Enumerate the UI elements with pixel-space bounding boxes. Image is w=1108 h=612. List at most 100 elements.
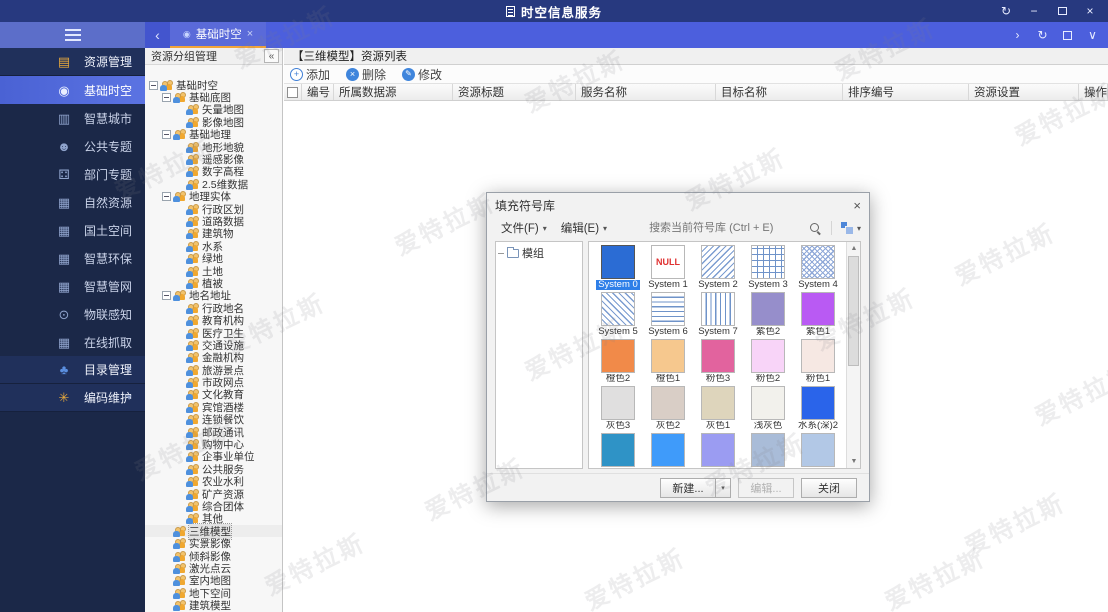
tab-scroll-right-button[interactable]: › (1006, 22, 1029, 48)
scroll-down-icon[interactable]: ▼ (847, 455, 861, 468)
swatch-label: System 1 (648, 280, 688, 290)
collapse-expander-icon[interactable] (149, 81, 158, 90)
minimize-icon[interactable]: − (1022, 0, 1046, 22)
fill-symbol-swatch[interactable]: 紫色2 (743, 292, 793, 339)
sidebar-item[interactable]: ▤资源管理▲ (0, 48, 145, 76)
fill-symbol-swatch[interactable]: System 4 (793, 245, 843, 292)
collapse-expander-icon[interactable] (162, 291, 171, 300)
fill-symbol-swatch[interactable]: 灰色3 (593, 386, 643, 433)
sidebar-item[interactable]: ✳编码维护▼ (0, 384, 145, 412)
add-action-button[interactable]: +添加 (290, 66, 330, 83)
fill-symbol-swatch[interactable]: 浅灰色 (743, 386, 793, 433)
del-action-button[interactable]: ×删除 (346, 66, 386, 83)
scroll-up-icon[interactable]: ▲ (847, 242, 861, 255)
fill-symbol-swatch[interactable]: 紫色1 (793, 292, 843, 339)
menu-item[interactable]: 文件(F)▾ (495, 218, 553, 238)
sidebar-item[interactable]: ◉基础时空 (0, 76, 145, 104)
sidebar-item[interactable]: ☻公共专题 (0, 132, 145, 160)
fill-symbol-swatch[interactable]: 橙色2 (593, 339, 643, 386)
column-header[interactable]: 服务名称 (576, 84, 716, 100)
collapse-expander-icon[interactable] (162, 93, 171, 102)
group-users-icon (186, 266, 199, 277)
null-label: NULL (656, 257, 680, 267)
scrollbar-thumb[interactable] (848, 256, 859, 366)
view-mode-icon[interactable] (841, 222, 853, 234)
resource-group-panel: 资源分组管理 « 基础时空基础底图矢量地图影像地图基础地理地形地貌遥感影像数字高… (145, 48, 283, 612)
fill-symbol-swatch[interactable]: 水系(深)2 (793, 386, 843, 433)
fill-symbol-swatch[interactable]: System 0 (593, 245, 643, 292)
new-button-caret-icon[interactable]: ▾ (716, 478, 731, 498)
fill-symbol-swatch[interactable]: System 6 (643, 292, 693, 339)
tree-node[interactable]: 建筑模型 (145, 599, 282, 611)
view-mode-caret-icon[interactable]: ▾ (857, 224, 861, 233)
column-header[interactable]: 编号 (302, 84, 334, 100)
panel-collapse-button[interactable]: « (264, 49, 279, 63)
fill-symbol-swatch[interactable]: 水系3 (693, 433, 743, 469)
symbol-search-input[interactable] (647, 221, 805, 235)
tab-menu-chevron-icon[interactable]: ∨ (1081, 22, 1104, 48)
edit-button[interactable]: 编辑... (738, 478, 794, 498)
swatch-scrollbar[interactable]: ▲ ▼ (846, 242, 860, 468)
sidebar-toggle-button[interactable] (0, 22, 145, 48)
edit-action-button[interactable]: ✎修改 (402, 66, 442, 83)
sidebar-item[interactable]: ▦自然资源 (0, 188, 145, 216)
sidebar-item[interactable]: ⊙物联感知 (0, 300, 145, 328)
fill-symbol-swatch[interactable]: 水系(深)1 (593, 433, 643, 469)
close-window-icon[interactable]: × (1078, 0, 1102, 22)
table-icon: ▦ (56, 252, 72, 265)
fill-symbol-swatch[interactable]: 灰色2 (643, 386, 693, 433)
fill-symbol-swatch[interactable]: 粉色2 (743, 339, 793, 386)
tab-scroll-left-button[interactable]: ‹ (145, 22, 170, 48)
menu-item[interactable]: 编辑(E)▾ (555, 218, 613, 238)
refresh-tab-icon[interactable]: ↻ (1031, 22, 1054, 48)
close-button[interactable]: 关闭 (801, 478, 857, 498)
column-header[interactable]: 目标名称 (716, 84, 843, 100)
fill-symbol-swatch[interactable]: 水系2 (743, 433, 793, 469)
swatch-label: 紫色1 (806, 327, 830, 337)
collapse-expander-icon[interactable] (162, 192, 171, 201)
fill-symbol-swatch[interactable]: 水系4 (643, 433, 693, 469)
table-icon: ▦ (56, 196, 72, 209)
column-header[interactable]: 操作 (1079, 84, 1108, 100)
fill-symbol-swatch[interactable]: 粉色1 (793, 339, 843, 386)
column-header[interactable]: 排序编号 (843, 84, 969, 100)
sidebar-item[interactable]: ▦国土空间 (0, 216, 145, 244)
collapse-expander-icon[interactable] (162, 130, 171, 139)
sidebar-item[interactable]: ▦在线抓取 (0, 328, 145, 356)
fill-symbol-swatch[interactable]: System 2 (693, 245, 743, 292)
fullscreen-icon[interactable] (1056, 22, 1079, 48)
dialog-close-icon[interactable]: × (853, 198, 861, 213)
swatch-grid: System 0NULLSystem 1System 2System 3Syst… (593, 245, 844, 468)
sidebar-item[interactable]: ♣目录管理▼ (0, 356, 145, 384)
sidebar-item[interactable]: ▦智慧环保 (0, 244, 145, 272)
fill-symbol-swatch[interactable]: 灰色1 (693, 386, 743, 433)
fill-symbol-swatch[interactable]: System 5 (593, 292, 643, 339)
fill-symbol-swatch[interactable]: 粉色3 (693, 339, 743, 386)
fill-symbol-swatch[interactable]: System 7 (693, 292, 743, 339)
sidebar-item[interactable]: ▥智慧城市 (0, 104, 145, 132)
sidebar-item[interactable]: ▦智慧管网 (0, 272, 145, 300)
fill-symbol-swatch[interactable]: System 3 (743, 245, 793, 292)
tab-active[interactable]: ◉ 基础时空 × (170, 22, 266, 48)
new-button[interactable]: 新建... (660, 478, 716, 498)
fill-symbol-swatch[interactable]: NULL System 1 (643, 245, 693, 292)
column-header[interactable]: 资源设置 (969, 84, 1079, 100)
column-header[interactable]: 所属数据源 (334, 84, 453, 100)
tab-close-icon[interactable]: × (247, 28, 253, 40)
group-users-icon (186, 253, 199, 264)
maximize-icon[interactable] (1050, 0, 1074, 22)
group-users-icon (186, 476, 199, 487)
refresh-window-icon[interactable]: ↻ (994, 0, 1018, 22)
fill-symbol-swatch[interactable]: 水系1 (793, 433, 843, 469)
column-header[interactable]: 资源标题 (453, 84, 576, 100)
symbol-group-node[interactable]: 模组 (498, 245, 580, 261)
swatch-preview (801, 386, 835, 420)
sidebar-item[interactable]: ⚃部门专题 (0, 160, 145, 188)
fill-symbol-swatch[interactable]: 橙色1 (643, 339, 693, 386)
search-icon[interactable] (809, 222, 822, 235)
tab-label: 基础时空 (196, 26, 242, 42)
swatch-preview (751, 386, 785, 420)
group-users-icon (186, 241, 199, 252)
add-icon: + (290, 68, 303, 81)
select-all-checkbox[interactable] (287, 87, 298, 98)
